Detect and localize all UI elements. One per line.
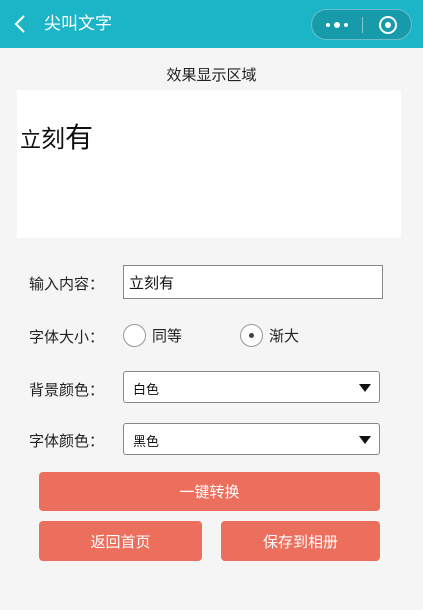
bg-color-label: 背景颜色： (29, 381, 105, 399)
radio-same-size[interactable]: 同等 (123, 324, 182, 347)
radio-checked-icon (240, 324, 263, 347)
chevron-left-icon[interactable] (10, 12, 32, 36)
preview-char: 刻 (41, 125, 65, 153)
preview-text: 立刻有 (20, 124, 93, 152)
content-input[interactable] (123, 265, 383, 299)
radio-label: 同等 (152, 327, 183, 345)
radio-label: 渐大 (269, 327, 300, 345)
nav-bar: 尖叫文字 (0, 0, 423, 48)
font-color-select[interactable]: 黑色 (123, 423, 380, 455)
radio-unchecked-icon (123, 324, 146, 347)
dropdown-arrow-icon (359, 384, 371, 392)
preview-section-title: 效果显示区域 (166, 66, 257, 84)
size-label: 字体大小： (29, 328, 105, 346)
more-dots-icon[interactable] (312, 10, 362, 39)
content-label: 输入内容： (29, 275, 105, 293)
font-color-label: 字体颜色： (29, 432, 105, 450)
dropdown-arrow-icon (359, 436, 371, 444)
target-circle-icon[interactable] (363, 10, 412, 39)
preview-char: 有 (65, 121, 94, 154)
radio-gradual-size[interactable]: 渐大 (240, 324, 299, 347)
convert-button[interactable]: 一键转换 (39, 472, 380, 511)
save-to-album-button[interactable]: 保存到相册 (221, 521, 380, 561)
bg-color-select[interactable]: 白色 (123, 371, 380, 403)
preview-char: 立 (20, 128, 41, 152)
page-title: 尖叫文字 (44, 14, 112, 34)
bg-color-value: 白色 (133, 383, 160, 398)
capsule-menu (311, 9, 412, 40)
home-button[interactable]: 返回首页 (39, 521, 202, 561)
preview-area: 立刻有 (17, 90, 401, 238)
font-color-value: 黑色 (133, 435, 160, 450)
